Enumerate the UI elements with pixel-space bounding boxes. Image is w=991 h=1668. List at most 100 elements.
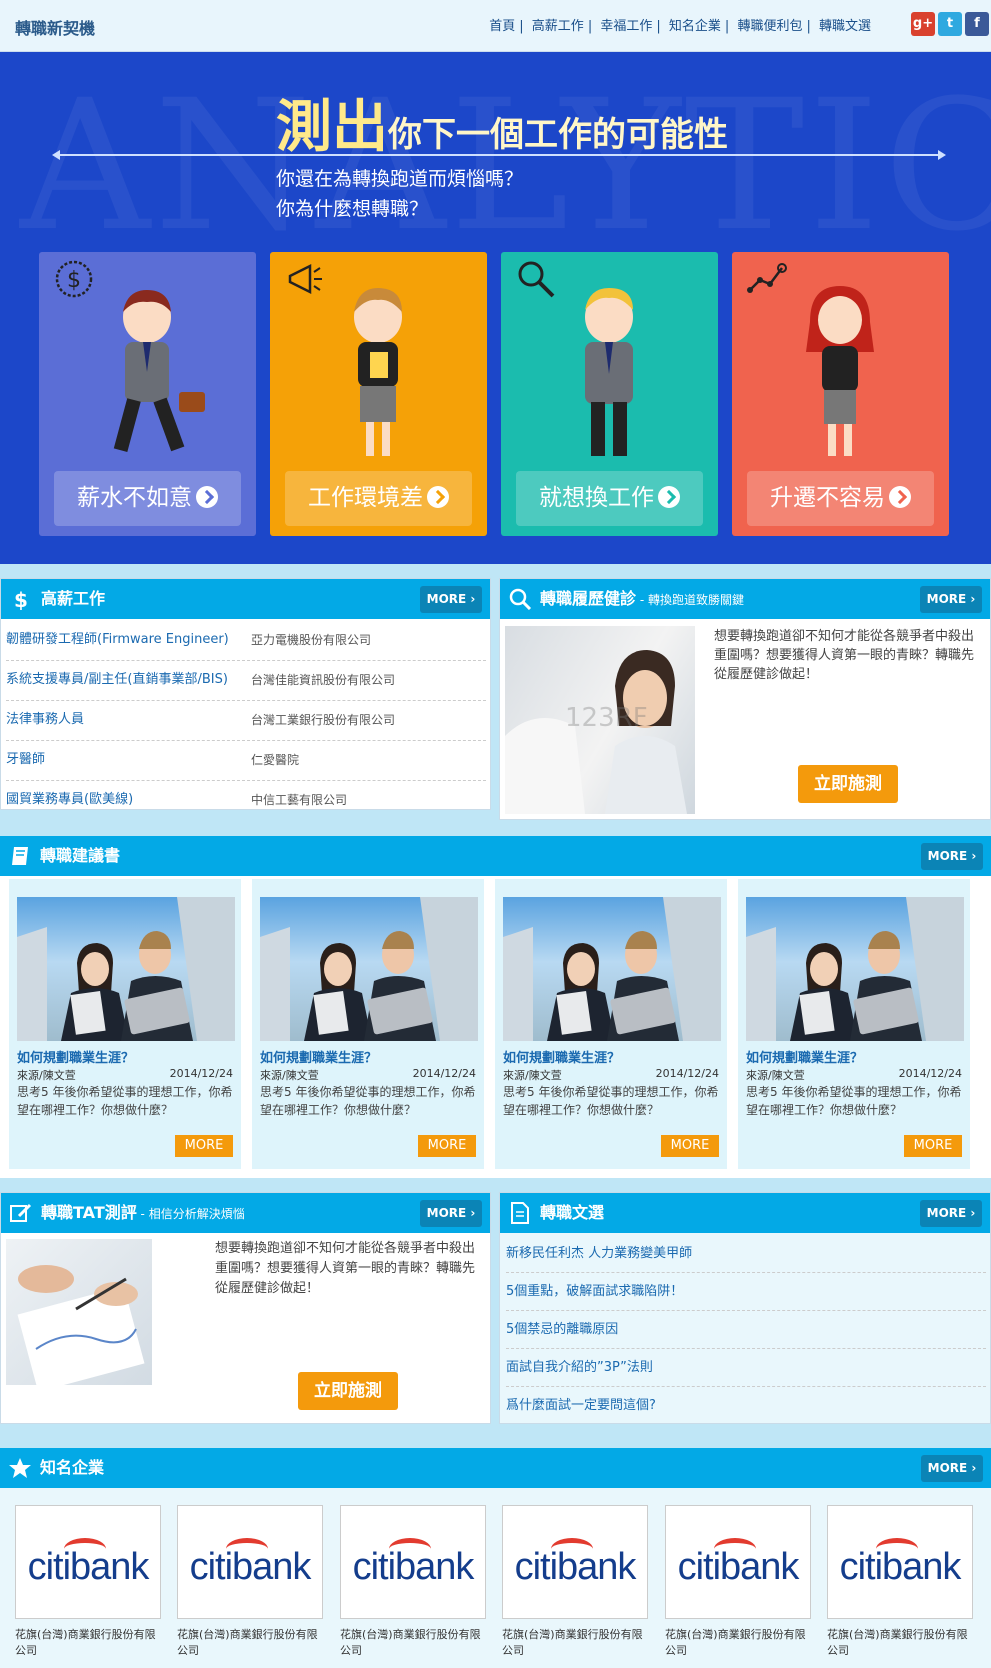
- job-row[interactable]: 韌體研發工程師(Firmware Engineer) 亞力電機股份有限公司: [6, 621, 486, 661]
- article-image: [260, 897, 478, 1041]
- reason-button-salary[interactable]: 薪水不如意: [54, 471, 241, 526]
- nav-happy-jobs[interactable]: 幸福工作: [600, 19, 652, 34]
- article-card[interactable]: 如何規劃職業生涯？ 來源/陳文萱 2014/12/24 思考5 年後你希望從事的…: [8, 878, 242, 1170]
- hero-divider: [52, 150, 946, 160]
- high-salary-header: $ 高薪工作 MORE ›: [1, 579, 490, 619]
- resume-check-start-button[interactable]: 立即施測: [798, 765, 898, 803]
- article-image: [503, 897, 721, 1041]
- article-card[interactable]: 如何規劃職業生涯？ 來源/陳文萱 2014/12/24 思考5 年後你希望從事的…: [494, 878, 728, 1170]
- job-company: 台灣工業銀行股份有限公司: [251, 713, 396, 727]
- job-row[interactable]: 牙醫師 仁愛醫院: [6, 741, 486, 781]
- tat-test-start-button[interactable]: 立即施測: [298, 1372, 398, 1410]
- job-row[interactable]: 系統支援專員/副主任(直銷事業部/BIS) 台灣佳能資訊股份有限公司: [6, 661, 486, 701]
- tat-test-more-button[interactable]: MORE ›: [420, 1200, 482, 1227]
- company-card[interactable]: citibank 花旗(台灣)商業銀行股份有限公司: [665, 1505, 811, 1659]
- resume-check-more-button[interactable]: MORE ›: [920, 586, 982, 613]
- hero-subtitle: 你還在為轉換跑道而煩惱嗎？ 你為什麼想轉職？: [276, 164, 523, 224]
- resume-check-description: 想要轉換跑道卻不知何才能從各競爭者中殺出重圍嗎？想要獲得人資第一眼的青睞？轉職先…: [714, 629, 975, 682]
- company-name[interactable]: 花旗(台灣)商業銀行股份有限公司: [15, 1627, 161, 1659]
- salary-person-illustration: [113, 290, 205, 453]
- career-articles-panel: 轉職文選 MORE › 新移民任利杰 人力業務變美甲師 5個重點，破解面試求職陷…: [499, 1192, 991, 1424]
- hero-subtitle-line-1: 你還在為轉換跑道而煩惱嗎？: [276, 168, 524, 190]
- article-link[interactable]: 爲什麼面試一定要問這個?: [506, 1387, 986, 1425]
- article-more-button[interactable]: MORE: [904, 1135, 962, 1157]
- article-title[interactable]: 如何規劃職業生涯？: [17, 1047, 134, 1066]
- interview-photo: 123RF: [505, 626, 695, 814]
- svg-text:$: $: [67, 268, 81, 293]
- career-articles-more-button[interactable]: MORE ›: [920, 1200, 982, 1227]
- reason-button-change-job[interactable]: 就想換工作: [516, 471, 703, 526]
- hero-title: 測出你下一個工作的可能性: [276, 82, 728, 163]
- job-title[interactable]: 牙醫師: [6, 741, 45, 779]
- job-row[interactable]: 國貿業務專員(歐美線) 中信工藝有限公司: [6, 781, 486, 809]
- high-salary-more-button[interactable]: MORE ›: [420, 586, 482, 613]
- tat-test-panel: 轉職TAT測評 - 相信分析解決煩惱 MORE › 想要轉換跑道卻不知何才能從各…: [0, 1192, 491, 1424]
- article-link[interactable]: 新移民任利杰 人力業務變美甲師: [506, 1235, 986, 1273]
- company-name[interactable]: 花旗(台灣)商業銀行股份有限公司: [177, 1627, 323, 1659]
- company-logo[interactable]: citibank: [665, 1505, 811, 1619]
- nav-high-salary[interactable]: 高薪工作: [532, 19, 584, 34]
- reason-button-environment[interactable]: 工作環境差: [285, 471, 472, 526]
- nav-home[interactable]: 首頁: [489, 19, 515, 34]
- career-advice-more-button[interactable]: MORE ›: [921, 843, 983, 870]
- company-card[interactable]: citibank 花旗(台灣)商業銀行股份有限公司: [827, 1505, 973, 1659]
- job-company: 亞力電機股份有限公司: [251, 633, 372, 647]
- company-logo[interactable]: citibank: [177, 1505, 323, 1619]
- reason-button-promotion[interactable]: 升遷不容易: [747, 471, 934, 526]
- article-title[interactable]: 如何規劃職業生涯？: [503, 1047, 620, 1066]
- article-title[interactable]: 如何規劃職業生涯？: [746, 1047, 863, 1066]
- company-logo[interactable]: citibank: [340, 1505, 486, 1619]
- facebook-icon[interactable]: f: [965, 12, 989, 36]
- photo-watermark: 123RF: [565, 703, 648, 733]
- job-row[interactable]: 法律事務人員 台灣工業銀行股份有限公司: [6, 701, 486, 741]
- article-link[interactable]: 5個禁忌的離職原因: [506, 1311, 986, 1349]
- company-name[interactable]: 花旗(台灣)商業銀行股份有限公司: [827, 1627, 973, 1659]
- reason-label-promotion: 升遷不容易: [770, 485, 885, 511]
- resume-check-title: 轉職履歷健診 - 轉換跑道致勝關鍵: [540, 589, 744, 608]
- reason-card-promotion[interactable]: 升遷不容易: [732, 252, 949, 536]
- star-icon: [9, 1458, 31, 1478]
- company-card[interactable]: citibank 花旗(台灣)商業銀行股份有限公司: [177, 1505, 323, 1659]
- reason-card-change-job[interactable]: 就想換工作: [501, 252, 718, 536]
- job-title[interactable]: 法律事務人員: [6, 701, 84, 739]
- nav-famous-companies[interactable]: 知名企業: [669, 19, 721, 34]
- google-plus-icon[interactable]: g+: [911, 12, 935, 36]
- company-name[interactable]: 花旗(台灣)商業銀行股份有限公司: [665, 1627, 811, 1659]
- company-card[interactable]: citibank 花旗(台灣)商業銀行股份有限公司: [340, 1505, 486, 1659]
- article-source: 來源/陳文萱: [17, 1069, 76, 1082]
- site-logo[interactable]: 轉職新契機: [15, 15, 95, 39]
- job-title[interactable]: 國貿業務專員(歐美線): [6, 781, 133, 809]
- reason-label-environment: 工作環境差: [308, 485, 423, 511]
- famous-companies-more-button[interactable]: MORE ›: [921, 1455, 983, 1482]
- company-name[interactable]: 花旗(台灣)商業銀行股份有限公司: [340, 1627, 486, 1659]
- article-more-button[interactable]: MORE: [661, 1135, 719, 1157]
- twitter-icon[interactable]: t: [938, 12, 962, 36]
- resume-check-header: 轉職履歷健診 - 轉換跑道致勝關鍵 MORE ›: [500, 579, 990, 619]
- company-card[interactable]: citibank 花旗(台灣)商業銀行股份有限公司: [15, 1505, 161, 1659]
- article-card[interactable]: 如何規劃職業生涯？ 來源/陳文萱 2014/12/24 思考5 年後你希望從事的…: [251, 878, 485, 1170]
- company-card[interactable]: citibank 花旗(台灣)商業銀行股份有限公司: [502, 1505, 648, 1659]
- company-logo[interactable]: citibank: [502, 1505, 648, 1619]
- job-company: 仁愛醫院: [251, 753, 300, 767]
- nav-articles[interactable]: 轉職文選: [819, 19, 871, 34]
- article-link[interactable]: 5個重點，破解面試求職陷阱！: [506, 1273, 986, 1311]
- article-link[interactable]: 面試自我介紹的”3P”法則: [506, 1349, 986, 1387]
- nav-career-kit[interactable]: 轉職便利包: [737, 19, 802, 34]
- article-more-button[interactable]: MORE: [175, 1135, 233, 1157]
- article-card[interactable]: 如何規劃職業生涯？ 來源/陳文萱 2014/12/24 思考5 年後你希望從事的…: [737, 878, 971, 1170]
- career-advice-title: 轉職建議書: [40, 846, 121, 865]
- job-title[interactable]: 韌體研發工程師(Firmware Engineer): [6, 621, 229, 659]
- tat-test-description: 想要轉換跑道卻不知何才能從各競爭者中殺出重圍嗎？想要獲得人資第一眼的青睞？轉職先…: [215, 1241, 476, 1296]
- career-advice-header: 轉職建議書 MORE ›: [0, 836, 991, 876]
- nav-separator: |: [587, 19, 593, 34]
- job-title[interactable]: 系統支援專員/副主任(直銷事業部/BIS): [6, 661, 228, 699]
- article-more-button[interactable]: MORE: [418, 1135, 476, 1157]
- article-title[interactable]: 如何規劃職業生涯？: [260, 1047, 377, 1066]
- reason-label-change-job: 就想換工作: [539, 485, 654, 511]
- reason-card-salary[interactable]: $ 薪水不如意: [39, 252, 256, 536]
- company-logo[interactable]: citibank: [827, 1505, 973, 1619]
- company-name[interactable]: 花旗(台灣)商業銀行股份有限公司: [502, 1627, 648, 1659]
- company-logo[interactable]: citibank: [15, 1505, 161, 1619]
- nav-separator: |: [656, 19, 661, 34]
- reason-card-environment[interactable]: 工作環境差: [270, 252, 487, 536]
